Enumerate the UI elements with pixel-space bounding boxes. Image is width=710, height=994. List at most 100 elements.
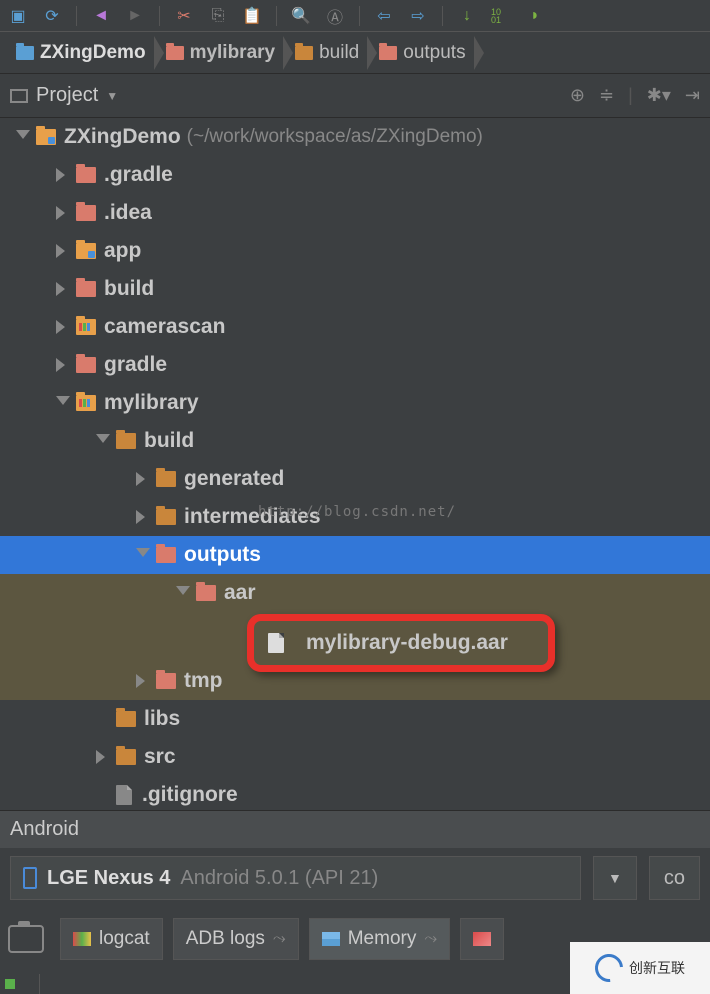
breadcrumb: ZXingDemo mylibrary build outputs bbox=[0, 32, 710, 74]
expand-arrow-icon[interactable] bbox=[136, 510, 150, 524]
replace-icon[interactable]: Ⓐ bbox=[325, 6, 345, 26]
target-icon[interactable]: ⊕ bbox=[570, 85, 585, 106]
expand-arrow-icon[interactable] bbox=[56, 168, 70, 182]
cut-icon[interactable]: ✂ bbox=[174, 6, 194, 26]
expand-arrow-icon[interactable] bbox=[96, 434, 110, 448]
bottom-tab[interactable] bbox=[0, 974, 40, 994]
save-icon[interactable]: ▣ bbox=[8, 6, 28, 26]
device-name: LGE Nexus 4 bbox=[47, 867, 170, 890]
expand-arrow-icon[interactable] bbox=[56, 320, 70, 334]
chart-icon bbox=[322, 932, 340, 946]
crumb-mylibrary[interactable]: mylibrary bbox=[154, 36, 284, 70]
back-icon[interactable]: ⇦ bbox=[374, 6, 394, 26]
collapse-icon[interactable]: ≑ bbox=[599, 85, 614, 106]
crumb-build[interactable]: build bbox=[283, 36, 367, 70]
crumb-root[interactable]: ZXingDemo bbox=[4, 36, 154, 70]
forward-icon[interactable]: ⇨ bbox=[408, 6, 428, 26]
tree-item-libs[interactable]: libs bbox=[0, 700, 710, 738]
expand-arrow-icon[interactable] bbox=[136, 674, 150, 688]
folder-icon bbox=[116, 711, 136, 727]
folder-icon bbox=[156, 547, 176, 563]
module-icon bbox=[16, 46, 34, 60]
tab-adb-logs[interactable]: ADB logs⤳ bbox=[173, 918, 299, 960]
tree-item-build[interactable]: build bbox=[0, 422, 710, 460]
main-toolbar: ▣ ⟳ ◄ ► ✂ ⎘ 📋 🔍 Ⓐ ⇦ ⇨ ↓ 10 01 ◗ bbox=[0, 0, 710, 32]
highlighted-file[interactable]: mylibrary-debug.aar bbox=[306, 631, 508, 655]
module-icon bbox=[36, 129, 56, 145]
android-panel-header[interactable]: Android bbox=[0, 810, 710, 848]
paste-icon[interactable]: 📋 bbox=[242, 6, 262, 26]
folder-icon bbox=[166, 46, 184, 60]
android-icon[interactable]: ◗ bbox=[525, 6, 545, 26]
folder-icon bbox=[76, 395, 96, 411]
folder-icon bbox=[156, 471, 176, 487]
tree-item-src[interactable]: src bbox=[0, 738, 710, 776]
device-os: Android 5.0.1 (API 21) bbox=[180, 867, 378, 890]
crumb-outputs[interactable]: outputs bbox=[367, 36, 473, 70]
tab-cpu[interactable] bbox=[460, 918, 504, 960]
folder-icon bbox=[196, 585, 216, 601]
logo-icon bbox=[589, 948, 628, 987]
project-tree[interactable]: ZXingDemo(~/work/workspace/as/ZXingDemo)… bbox=[0, 118, 710, 814]
co-button[interactable]: co bbox=[649, 856, 700, 900]
screenshot-icon[interactable] bbox=[8, 925, 44, 953]
tree-item-outputs[interactable]: outputs bbox=[0, 536, 710, 574]
pin-icon: ⤳ bbox=[424, 930, 437, 948]
expand-arrow-icon[interactable] bbox=[56, 358, 70, 372]
chart-icon bbox=[473, 932, 491, 946]
expand-arrow-icon[interactable] bbox=[56, 396, 70, 410]
download-icon[interactable]: ↓ bbox=[457, 6, 477, 26]
tree-item-mylibrary[interactable]: mylibrary bbox=[0, 384, 710, 422]
tree-item-aar[interactable]: aar bbox=[0, 574, 710, 612]
expand-arrow-icon[interactable] bbox=[56, 282, 70, 296]
folder-icon bbox=[156, 509, 176, 525]
tree-item--gitignore[interactable]: .gitignore bbox=[0, 776, 710, 814]
folder-icon bbox=[76, 243, 96, 259]
spacer bbox=[96, 788, 110, 802]
project-view-label[interactable]: Project bbox=[36, 84, 98, 107]
spacer bbox=[96, 712, 110, 726]
folder-icon bbox=[295, 46, 313, 60]
binary-icon: 10 01 bbox=[491, 6, 511, 26]
tab-memory[interactable]: Memory⤳ bbox=[309, 918, 450, 960]
folder-icon bbox=[156, 673, 176, 689]
tree-item-build[interactable]: build bbox=[0, 270, 710, 308]
tree-item-gradle[interactable]: gradle bbox=[0, 346, 710, 384]
tree-item-generated[interactable]: generated bbox=[0, 460, 710, 498]
expand-arrow-icon[interactable] bbox=[176, 586, 190, 600]
folder-icon bbox=[379, 46, 397, 60]
gear-icon[interactable]: ✱▾ bbox=[647, 85, 671, 106]
tree-item-app[interactable]: app bbox=[0, 232, 710, 270]
android-icon bbox=[73, 932, 91, 946]
redo-icon[interactable]: ► bbox=[125, 6, 145, 26]
phone-icon bbox=[23, 867, 37, 889]
tree-item--idea[interactable]: .idea bbox=[0, 194, 710, 232]
chevron-down-icon[interactable]: ▼ bbox=[106, 89, 118, 103]
expand-arrow-icon[interactable] bbox=[56, 244, 70, 258]
tree-item--gradle[interactable]: .gradle bbox=[0, 156, 710, 194]
tree-item-camerascan[interactable]: camerascan bbox=[0, 308, 710, 346]
expand-arrow-icon[interactable] bbox=[136, 472, 150, 486]
expand-arrow-icon[interactable] bbox=[56, 206, 70, 220]
logo-watermark: 创新互联 bbox=[570, 942, 710, 994]
project-panel-header: Project ▼ ⊕ ≑ | ✱▾ ⇥ bbox=[0, 74, 710, 118]
pin-icon: ⤳ bbox=[273, 930, 286, 948]
expand-arrow-icon[interactable] bbox=[96, 750, 110, 764]
device-selector-row: LGE Nexus 4 Android 5.0.1 (API 21) ▼ co bbox=[0, 848, 710, 908]
undo-icon[interactable]: ◄ bbox=[91, 6, 111, 26]
folder-icon bbox=[76, 281, 96, 297]
expand-arrow-icon[interactable] bbox=[136, 548, 150, 562]
device-dropdown-button[interactable]: ▼ bbox=[593, 856, 637, 900]
device-selector[interactable]: LGE Nexus 4 Android 5.0.1 (API 21) bbox=[10, 856, 581, 900]
tab-logcat[interactable]: logcat bbox=[60, 918, 163, 960]
folder-icon bbox=[76, 357, 96, 373]
refresh-icon[interactable]: ⟳ bbox=[42, 6, 62, 26]
project-view-icon bbox=[10, 89, 28, 103]
folder-icon bbox=[116, 433, 136, 449]
find-icon[interactable]: 🔍 bbox=[291, 6, 311, 26]
hide-icon[interactable]: ⇥ bbox=[685, 85, 700, 106]
tree-root[interactable]: ZXingDemo(~/work/workspace/as/ZXingDemo) bbox=[0, 118, 710, 156]
folder-icon bbox=[76, 167, 96, 183]
copy-icon[interactable]: ⎘ bbox=[208, 6, 228, 26]
highlight-annotation: mylibrary-debug.aar bbox=[247, 614, 555, 672]
